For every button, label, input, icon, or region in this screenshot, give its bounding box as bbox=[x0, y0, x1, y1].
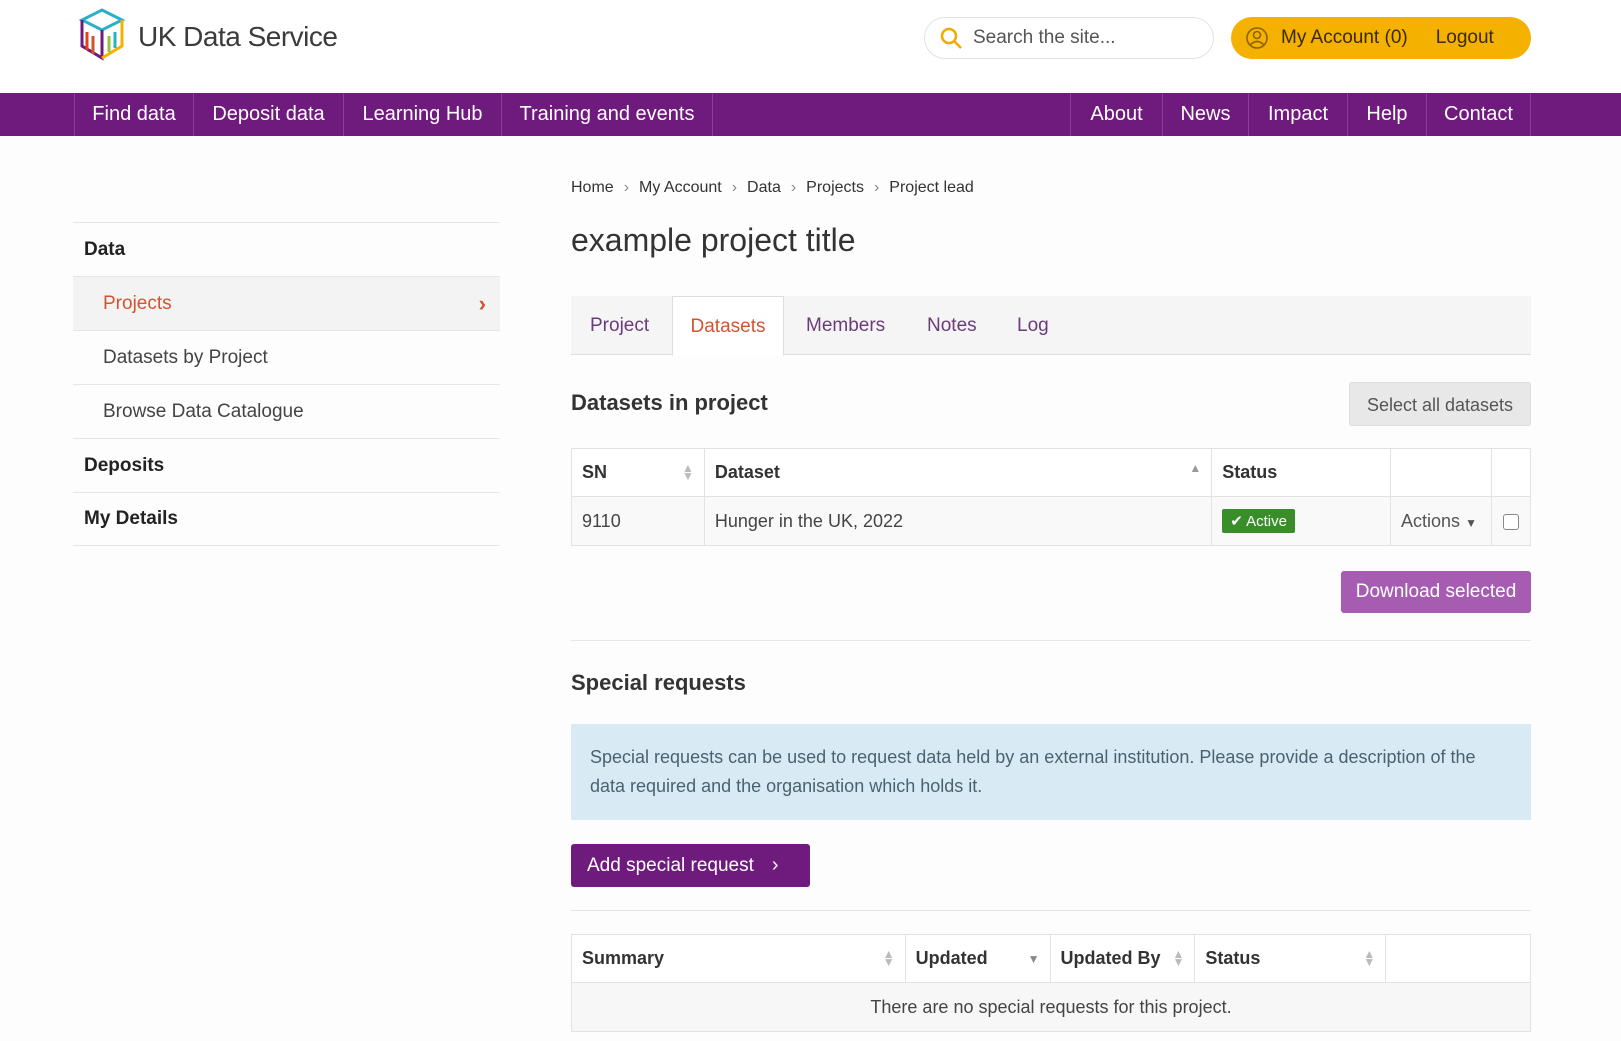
search-input[interactable] bbox=[973, 27, 1193, 49]
table-row: 9110 Hunger in the UK, 2022 ✔ Active Act… bbox=[571, 496, 1532, 546]
chevron-right-icon: › bbox=[623, 179, 630, 196]
breadcrumb-my-account[interactable]: My Account bbox=[639, 179, 722, 197]
cell-sn: 9110 bbox=[571, 496, 705, 546]
search-icon[interactable] bbox=[939, 26, 963, 50]
select-all-datasets-button[interactable]: Select all datasets bbox=[1349, 382, 1531, 426]
sidebar-item-browse-catalogue[interactable]: Browse Data Catalogue bbox=[73, 384, 500, 438]
chevron-right-icon: › bbox=[771, 854, 779, 876]
tab-members[interactable]: Members bbox=[806, 296, 885, 355]
tab-datasets[interactable]: Datasets bbox=[672, 296, 784, 356]
account-bar: My Account (0) Logout bbox=[1231, 17, 1531, 59]
nav-deposit-data[interactable]: Deposit data bbox=[193, 93, 343, 136]
sidebar-item-datasets-by-project[interactable]: Datasets by Project bbox=[73, 330, 500, 384]
datasets-heading: Datasets in project bbox=[571, 390, 768, 415]
nav-training-events[interactable]: Training and events bbox=[501, 93, 713, 136]
breadcrumb: Home › My Account › Data › Projects › Pr… bbox=[571, 170, 1531, 206]
project-tabs: Project Datasets Members Notes Log bbox=[571, 296, 1531, 356]
table-row: There are no special requests for this p… bbox=[571, 982, 1531, 1032]
cell-status: ✔ Active bbox=[1211, 496, 1392, 546]
logout-link[interactable]: Logout bbox=[1436, 27, 1494, 49]
column-header-sn[interactable]: SN ▲ ▼ bbox=[571, 448, 705, 497]
nav-about[interactable]: About bbox=[1070, 93, 1162, 136]
nav-contact[interactable]: Contact bbox=[1426, 93, 1531, 136]
main-content: Home › My Account › Data › Projects › Pr… bbox=[571, 170, 1532, 1032]
nav-find-data[interactable]: Find data bbox=[74, 93, 193, 136]
site-header: UK Data Service My Account (0) Logout bbox=[0, 0, 1621, 93]
chevron-right-icon: › bbox=[790, 179, 797, 196]
divider bbox=[571, 910, 1531, 911]
special-requests-heading: Special requests bbox=[571, 670, 746, 695]
column-header-status: Status bbox=[1211, 448, 1392, 497]
account-sidebar: Data Projects › Datasets by Project Brow… bbox=[73, 222, 500, 546]
column-header-dataset[interactable]: Dataset ▲ bbox=[703, 448, 1213, 497]
cell-select bbox=[1490, 496, 1532, 546]
main-nav: Find data Deposit data Learning Hub Trai… bbox=[0, 93, 1621, 136]
tab-log[interactable]: Log bbox=[1017, 296, 1049, 355]
site-search[interactable] bbox=[924, 17, 1214, 59]
column-header-empty bbox=[1385, 934, 1531, 983]
status-badge: ✔ Active bbox=[1222, 509, 1295, 533]
chevron-right-icon: › bbox=[478, 290, 486, 316]
chevron-right-icon: › bbox=[731, 179, 738, 196]
add-request-row: Add special request › bbox=[571, 844, 1531, 887]
special-requests-info: Special requests can be used to request … bbox=[571, 724, 1531, 820]
dataset-checkbox[interactable] bbox=[1502, 513, 1519, 530]
column-header-select bbox=[1490, 448, 1532, 497]
empty-message: There are no special requests for this p… bbox=[571, 982, 1531, 1032]
datasets-table: SN ▲ ▼ Dataset ▲ Status 9110 Hunger in th… bbox=[571, 448, 1532, 546]
download-row: Download selected bbox=[571, 546, 1531, 614]
check-icon: ✔ bbox=[1230, 513, 1243, 530]
nav-learning-hub[interactable]: Learning Hub bbox=[343, 93, 501, 136]
cell-actions: Actions ▼ bbox=[1390, 496, 1492, 546]
cell-dataset: Hunger in the UK, 2022 bbox=[703, 496, 1213, 546]
column-header-actions bbox=[1390, 448, 1492, 497]
add-special-request-button[interactable]: Add special request › bbox=[571, 844, 810, 887]
sort-desc-icon: ▼ bbox=[1027, 952, 1040, 966]
brand-name: UK Data Service bbox=[138, 21, 338, 52]
sort-icon: ▲ ▼ bbox=[1172, 947, 1185, 969]
nav-news[interactable]: News bbox=[1162, 93, 1248, 136]
sidebar-item-projects[interactable]: Projects › bbox=[73, 276, 500, 330]
datasets-header: Datasets in project Select all datasets bbox=[571, 382, 1531, 440]
actions-dropdown[interactable]: Actions ▼ bbox=[1401, 511, 1477, 531]
sidebar-heading-data[interactable]: Data bbox=[73, 222, 500, 276]
logo-mark-icon bbox=[78, 8, 126, 61]
breadcrumb-current: Project lead bbox=[889, 179, 974, 196]
my-account-link[interactable]: My Account (0) bbox=[1281, 27, 1408, 49]
download-selected-button[interactable]: Download selected bbox=[1341, 571, 1531, 613]
sort-icon: ▲ ▼ bbox=[882, 947, 895, 969]
tab-project[interactable]: Project bbox=[590, 296, 649, 355]
breadcrumb-home[interactable]: Home bbox=[571, 179, 614, 197]
sort-icon: ▲ ▼ bbox=[681, 461, 694, 483]
divider bbox=[571, 640, 1531, 641]
sidebar-heading-deposits[interactable]: Deposits bbox=[73, 438, 500, 492]
breadcrumb-projects[interactable]: Projects bbox=[806, 179, 864, 197]
site-logo[interactable]: UK Data Service bbox=[72, 6, 338, 68]
nav-help[interactable]: Help bbox=[1347, 93, 1426, 136]
caret-down-icon: ▼ bbox=[1465, 515, 1477, 530]
sort-asc-icon: ▲ bbox=[1189, 461, 1202, 475]
tab-notes[interactable]: Notes bbox=[927, 296, 977, 355]
nav-impact[interactable]: Impact bbox=[1248, 93, 1347, 136]
sidebar-heading-my-details[interactable]: My Details bbox=[73, 492, 500, 546]
sidebar-item-label: Projects bbox=[103, 292, 172, 314]
chevron-right-icon: › bbox=[873, 179, 880, 196]
sort-icon: ▲ ▼ bbox=[1363, 947, 1376, 969]
column-header-summary[interactable]: Summary ▲ ▼ bbox=[571, 934, 906, 983]
user-icon bbox=[1246, 27, 1268, 49]
column-header-updated[interactable]: Updated ▼ bbox=[904, 934, 1051, 983]
breadcrumb-data[interactable]: Data bbox=[747, 179, 781, 197]
special-requests-table: Summary ▲ ▼ Updated ▼ Updated By ▲ ▼ Statu… bbox=[571, 934, 1531, 1032]
column-header-updated-by[interactable]: Updated By ▲ ▼ bbox=[1049, 934, 1196, 983]
column-header-request-status[interactable]: Status ▲ ▼ bbox=[1194, 934, 1387, 983]
page-title: example project title bbox=[571, 222, 856, 258]
